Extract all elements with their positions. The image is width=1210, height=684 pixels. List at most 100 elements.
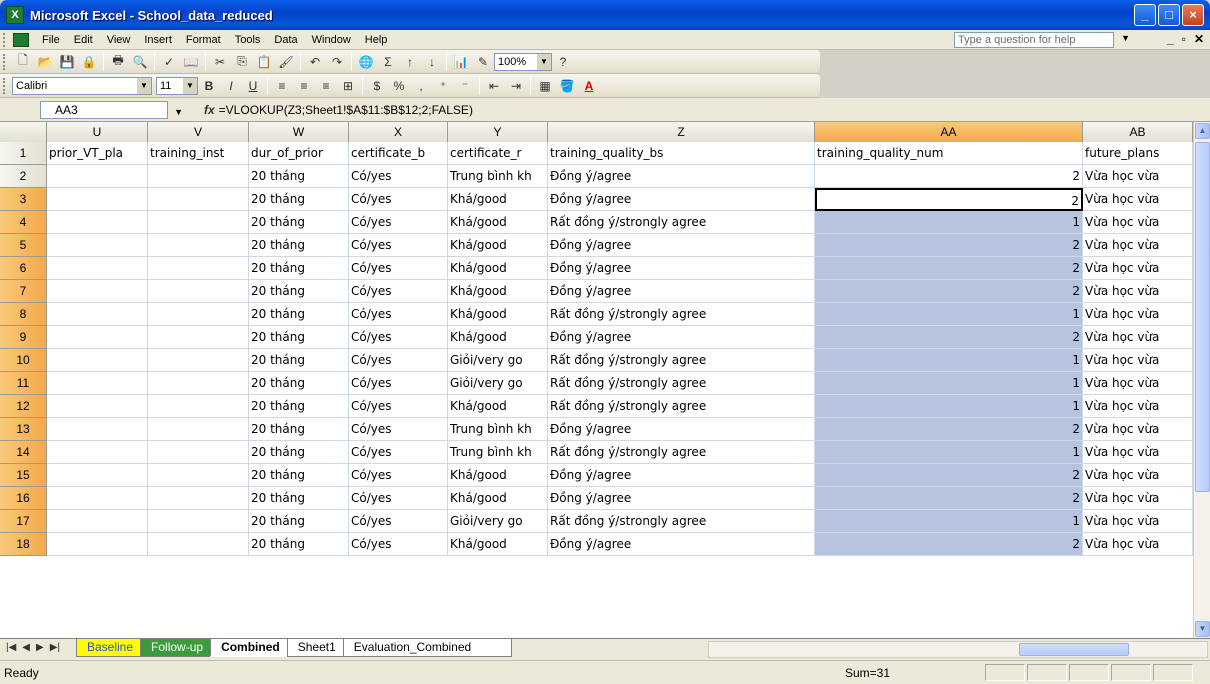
row-header-6[interactable]: 6 xyxy=(0,257,47,280)
scroll-down-button[interactable]: ▼ xyxy=(1195,621,1210,637)
cell-w9[interactable]: 20 tháng xyxy=(249,326,349,349)
cell-ab16[interactable]: Vừa học vừa xyxy=(1083,487,1193,510)
cell-y16[interactable]: Khá/good xyxy=(448,487,548,510)
cell-aa4[interactable]: 1 xyxy=(815,211,1083,234)
cell-aa1[interactable]: training_quality_num xyxy=(815,142,1083,165)
cell-ab8[interactable]: Vừa học vừa xyxy=(1083,303,1193,326)
tab-sheet1[interactable]: Sheet1 xyxy=(286,639,347,657)
column-header-u[interactable]: U xyxy=(47,122,148,142)
cell-u8[interactable] xyxy=(47,303,148,326)
cell-w17[interactable]: 20 tháng xyxy=(249,510,349,533)
cell-aa17[interactable]: 1 xyxy=(815,510,1083,533)
cell-z9[interactable]: Đồng ý/agree xyxy=(548,326,815,349)
doc-restore-icon[interactable]: ▫ xyxy=(1182,32,1186,46)
save-icon[interactable]: 💾 xyxy=(58,53,76,71)
row-header-16[interactable]: 16 xyxy=(0,487,47,510)
row-header-5[interactable]: 5 xyxy=(0,234,47,257)
research-icon[interactable]: 📖 xyxy=(182,53,200,71)
menu-insert[interactable]: Insert xyxy=(137,34,179,46)
cell-aa2[interactable]: 2 xyxy=(815,165,1083,188)
cell-ab10[interactable]: Vừa học vừa xyxy=(1083,349,1193,372)
close-button[interactable]: × xyxy=(1182,4,1204,26)
cell-u17[interactable] xyxy=(47,510,148,533)
doc-minimize-button[interactable]: _ xyxy=(1167,32,1174,46)
cell-aa11[interactable]: 1 xyxy=(815,372,1083,395)
fill-color-icon[interactable]: 🪣 xyxy=(558,77,576,95)
cell-z7[interactable]: Đồng ý/agree xyxy=(548,280,815,303)
cell-v9[interactable] xyxy=(148,326,249,349)
cell-x12[interactable]: Có/yes xyxy=(349,395,448,418)
align-left-icon[interactable]: ≡ xyxy=(273,77,291,95)
cell-v6[interactable] xyxy=(148,257,249,280)
cell-u18[interactable] xyxy=(47,533,148,556)
row-header-7[interactable]: 7 xyxy=(0,280,47,303)
cell-w2[interactable]: 20 tháng xyxy=(249,165,349,188)
cell-ab15[interactable]: Vừa học vừa xyxy=(1083,464,1193,487)
cell-y17[interactable]: Giỏi/very go xyxy=(448,510,548,533)
cell-v10[interactable] xyxy=(148,349,249,372)
font-size-select[interactable]: 11 ▼ xyxy=(156,76,198,95)
cell-z2[interactable]: Đồng ý/agree xyxy=(548,165,815,188)
cell-z14[interactable]: Rất đồng ý/strongly agree xyxy=(548,441,815,464)
cell-y6[interactable]: Khá/good xyxy=(448,257,548,280)
cell-x7[interactable]: Có/yes xyxy=(349,280,448,303)
hyperlink-icon[interactable]: 🌐 xyxy=(357,53,375,71)
cell-z12[interactable]: Rất đồng ý/strongly agree xyxy=(548,395,815,418)
row-header-4[interactable]: 4 xyxy=(0,211,47,234)
help-dropdown-icon[interactable]: ▼ xyxy=(1121,33,1130,43)
cell-y10[interactable]: Giỏi/very go xyxy=(448,349,548,372)
cell-u10[interactable] xyxy=(47,349,148,372)
grip-handle[interactable] xyxy=(3,32,9,47)
cell-x6[interactable]: Có/yes xyxy=(349,257,448,280)
cell-aa15[interactable]: 2 xyxy=(815,464,1083,487)
column-header-ab[interactable]: AB xyxy=(1083,122,1193,142)
grip-handle[interactable] xyxy=(3,77,9,94)
font-name-select[interactable]: Calibri ▼ xyxy=(12,76,152,95)
comma-icon[interactable]: , xyxy=(412,77,430,95)
cell-z6[interactable]: Đồng ý/agree xyxy=(548,257,815,280)
cell-aa6[interactable]: 2 xyxy=(815,257,1083,280)
cell-v7[interactable] xyxy=(148,280,249,303)
cell-v13[interactable] xyxy=(148,418,249,441)
italic-icon[interactable]: I xyxy=(222,77,240,95)
tab-baseline[interactable]: Baseline xyxy=(76,639,145,657)
cell-z10[interactable]: Rất đồng ý/strongly agree xyxy=(548,349,815,372)
cell-ab6[interactable]: Vừa học vừa xyxy=(1083,257,1193,280)
row-header-12[interactable]: 12 xyxy=(0,395,47,418)
cell-ab2[interactable]: Vừa học vừa xyxy=(1083,165,1193,188)
redo-icon[interactable]: ↷ xyxy=(328,53,346,71)
cell-w5[interactable]: 20 tháng xyxy=(249,234,349,257)
cell-ab17[interactable]: Vừa học vừa xyxy=(1083,510,1193,533)
cell-y18[interactable]: Khá/good xyxy=(448,533,548,556)
cell-x10[interactable]: Có/yes xyxy=(349,349,448,372)
cell-y8[interactable]: Khá/good xyxy=(448,303,548,326)
cell-v14[interactable] xyxy=(148,441,249,464)
cell-x17[interactable]: Có/yes xyxy=(349,510,448,533)
cell-aa5[interactable]: 2 xyxy=(815,234,1083,257)
spelling-icon[interactable]: ✓ xyxy=(160,53,178,71)
new-icon[interactable]: 🗋 xyxy=(14,53,32,71)
cell-w10[interactable]: 20 tháng xyxy=(249,349,349,372)
menu-data[interactable]: Data xyxy=(267,34,304,46)
cell-w16[interactable]: 20 tháng xyxy=(249,487,349,510)
cell-x1[interactable]: certificate_b xyxy=(349,142,448,165)
help-icon[interactable]: ? xyxy=(554,53,572,71)
column-header-v[interactable]: V xyxy=(148,122,249,142)
decrease-indent-icon[interactable]: ⇤ xyxy=(485,77,503,95)
copy-icon[interactable]: ⎘ xyxy=(233,53,251,71)
row-header-3[interactable]: 3 xyxy=(0,188,47,211)
column-header-w[interactable]: W xyxy=(249,122,349,142)
font-color-icon[interactable]: A xyxy=(580,77,598,95)
row-header-10[interactable]: 10 xyxy=(0,349,47,372)
cell-y9[interactable]: Khá/good xyxy=(448,326,548,349)
cell-z11[interactable]: Rất đồng ý/strongly agree xyxy=(548,372,815,395)
format-painter-icon[interactable]: 🖌 xyxy=(277,53,295,71)
cell-v15[interactable] xyxy=(148,464,249,487)
paste-icon[interactable]: 📋 xyxy=(255,53,273,71)
cut-icon[interactable]: ✂ xyxy=(211,53,229,71)
tab-combined[interactable]: Combined xyxy=(210,639,291,657)
cell-v16[interactable] xyxy=(148,487,249,510)
cell-z16[interactable]: Đồng ý/agree xyxy=(548,487,815,510)
cell-z13[interactable]: Đồng ý/agree xyxy=(548,418,815,441)
cell-u4[interactable] xyxy=(47,211,148,234)
